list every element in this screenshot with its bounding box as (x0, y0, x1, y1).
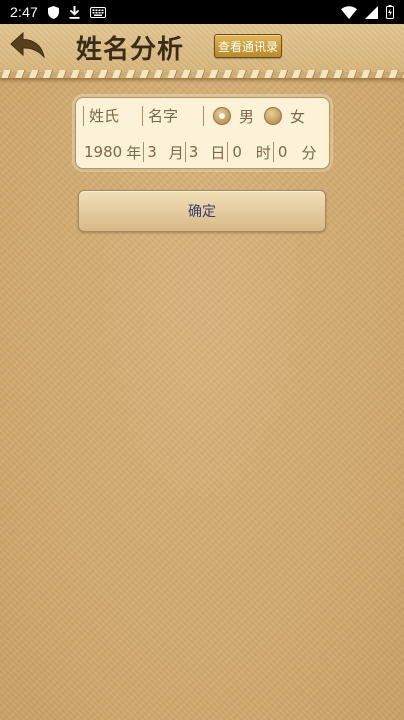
status-bar: 2:47 (0, 0, 404, 24)
gender-female-label: 女 (290, 107, 306, 126)
surname-input[interactable] (89, 107, 141, 125)
signal-icon (365, 5, 378, 19)
download-icon (69, 5, 80, 19)
gender-male-radio[interactable]: 男 (213, 106, 254, 127)
divider (83, 106, 84, 126)
stitched-border (0, 70, 404, 78)
year-unit: 年 (126, 143, 142, 162)
view-contacts-button[interactable]: 查看通讯录 (214, 34, 282, 58)
day-unit: 日 (210, 143, 226, 162)
title-bar (0, 24, 404, 72)
given-name-field[interactable] (144, 104, 202, 128)
birth-hour-value[interactable]: 0 (232, 143, 242, 161)
page-title: 姓名分析 (76, 35, 185, 65)
divider (203, 106, 204, 126)
divider (272, 142, 274, 162)
keyboard-icon (90, 6, 107, 18)
radio-checked-icon (213, 107, 231, 125)
shield-icon (48, 5, 60, 19)
minute-unit: 分 (301, 143, 317, 162)
hour-unit: 时 (255, 143, 271, 162)
birth-month-value[interactable]: 3 (147, 143, 157, 161)
confirm-button[interactable]: 确定 (78, 190, 326, 232)
radio-unchecked-icon (264, 107, 283, 125)
birth-minute-value[interactable]: 0 (278, 143, 288, 161)
divider (184, 142, 186, 162)
birth-date-row: 1980 年 3 月 3 日 0 时 0 分 (76, 134, 329, 170)
back-arrow-icon (10, 31, 46, 62)
divider (143, 142, 145, 162)
wifi-icon (341, 5, 357, 19)
gender-female-radio[interactable]: 女 (264, 106, 305, 127)
gender-male-label: 男 (239, 107, 255, 126)
month-unit: 月 (168, 143, 184, 162)
birth-year-value[interactable]: 1980 (84, 143, 122, 161)
back-button[interactable] (8, 31, 48, 62)
given-name-input[interactable] (148, 107, 202, 125)
divider (142, 106, 143, 126)
name-input-card: 男 女 1980 年 3 月 3 日 0 时 0 分 (75, 97, 330, 169)
status-time: 2:47 (10, 4, 39, 20)
birth-day-value[interactable]: 3 (189, 143, 199, 161)
surname-field[interactable] (85, 104, 141, 128)
battery-icon (386, 5, 394, 19)
title-bar-shadow (0, 78, 404, 84)
name-gender-row: 男 女 (76, 98, 329, 134)
divider (227, 142, 229, 162)
